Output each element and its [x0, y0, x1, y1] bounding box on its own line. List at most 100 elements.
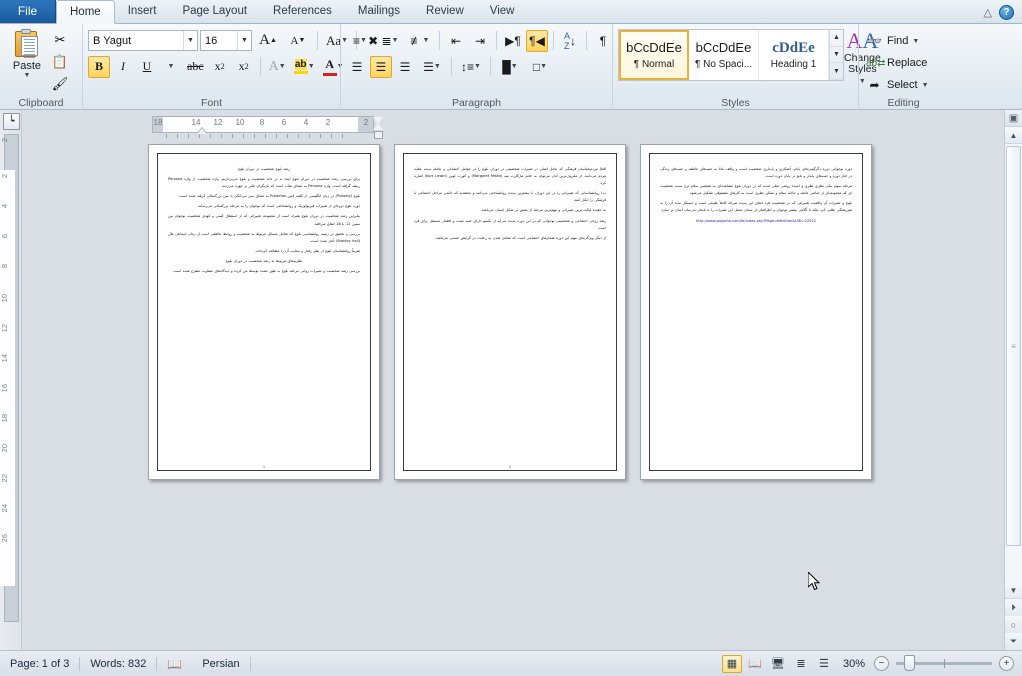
show-formatting-marks-icon[interactable]: ¶ [592, 30, 614, 52]
cut-icon[interactable]: ✂ [49, 30, 71, 50]
tab-page-layout[interactable]: Page Layout [169, 0, 260, 23]
page-content[interactable]: دوره نوجوانی دوره دگرگونی‌های پایان، آشک… [649, 153, 863, 471]
text-effects-button[interactable]: A ▼ [266, 56, 289, 78]
paragraph: دوره نوجوانی دوره دگرگونی‌های پایان، آشک… [660, 167, 852, 179]
decrease-indent-icon[interactable]: ⇤ [445, 30, 467, 52]
subscript-button[interactable]: x2 [209, 56, 231, 78]
next-page-icon[interactable]: ⏷ [1005, 633, 1022, 650]
hruler-label: 6 [281, 118, 287, 127]
scroll-down-icon[interactable]: ▼ [1005, 582, 1022, 599]
right-to-left-icon[interactable]: ¶◀ [526, 29, 548, 52]
zoom-slider[interactable] [896, 655, 992, 671]
sort-icon[interactable]: A Z ↓ [559, 30, 581, 52]
minimize-ribbon-icon[interactable]: △ [984, 6, 992, 19]
draft-view-button[interactable]: ☰ [814, 655, 834, 673]
full-screen-reading-view-button[interactable]: 📖 [745, 655, 765, 673]
tab-view[interactable]: View [477, 0, 528, 23]
superscript-button[interactable]: x2 [233, 56, 255, 78]
page-content[interactable]: رشد بلوغ شخصیت در دوران بلوغ برای بررسی … [157, 153, 371, 471]
previous-page-icon[interactable]: ⏵ [1005, 599, 1022, 616]
bold-button[interactable]: B [88, 55, 110, 78]
tab-file[interactable]: File [0, 0, 56, 23]
tab-references[interactable]: References [260, 0, 345, 23]
copy-icon[interactable]: 📋 [49, 52, 71, 72]
underline-dropdown-caret[interactable]: ▼ [160, 56, 182, 78]
web-layout-view-button[interactable]: 🖥 [768, 655, 788, 673]
zoom-out-button[interactable]: − [874, 656, 889, 671]
indent-markers[interactable] [373, 117, 384, 139]
text-highlight-color-button[interactable]: ab ▼ [291, 56, 318, 78]
increase-indent-icon[interactable]: ⇥ [469, 30, 491, 52]
chevron-down-icon[interactable]: ▼ [237, 31, 251, 50]
tab-insert[interactable]: Insert [115, 0, 170, 23]
left-to-right-icon[interactable]: ▶¶ [502, 30, 524, 52]
align-center-icon[interactable]: ☰ [370, 55, 392, 78]
numbering-icon[interactable]: ≣ ▼ [376, 30, 404, 52]
align-right-icon[interactable]: ☰ [394, 56, 416, 78]
tab-mailings[interactable]: Mailings [345, 0, 413, 23]
styles-gallery-scroll[interactable]: ▲ ▼ ▼ [829, 30, 843, 81]
strikethrough-button[interactable]: abc [184, 56, 207, 78]
bullets-icon[interactable]: ≡ ▼ [346, 30, 374, 52]
hyperlink[interactable]: http://www.pajooha.com/fa/index.php?Page… [660, 218, 852, 225]
multilevel-list-icon[interactable]: ≢ ▼ [406, 30, 434, 52]
vertical-scrollbar[interactable]: ▣ ▲ ≡ ▼ ⏵ ○ ⏷ [1004, 110, 1022, 650]
spelling-check-icon[interactable]: 📖 [167, 657, 182, 671]
document-page-1[interactable]: رشد بلوغ شخصیت در دوران بلوغ برای بررسی … [148, 144, 380, 480]
find-button[interactable]: 👓 Find ▼ [864, 30, 929, 52]
font-size-combo[interactable]: 16 ▼ [200, 30, 252, 51]
page-number: 1 [262, 464, 266, 469]
zoom-slider-thumb[interactable] [904, 655, 915, 671]
select-browse-object-icon[interactable]: ○ [1005, 616, 1022, 633]
language-indicator[interactable]: Persian [192, 655, 249, 673]
justify-icon[interactable]: ☰ ▼ [418, 56, 446, 78]
help-icon[interactable]: ? [999, 5, 1014, 20]
font-name-combo[interactable]: B Yagut ▼ [88, 30, 198, 51]
style-no-spacing[interactable]: bCcDdEe ¶ No Spaci... [689, 30, 759, 80]
replace-button[interactable]: ab⇄ Replace [864, 52, 929, 74]
page-indicator[interactable]: Page: 1 of 3 [0, 655, 79, 673]
page-content[interactable]: الفا) مردم‌شناسان فرهنگی که عامل اصلی در… [403, 153, 617, 471]
horizontal-ruler[interactable]: 18 14 12 10 8 6 4 2 2 [152, 116, 374, 133]
select-button[interactable]: ➦ Select ▼ [864, 74, 928, 96]
proofing-status[interactable]: 📖 [157, 655, 192, 673]
zoom-in-button[interactable]: + [999, 656, 1014, 671]
first-line-indent-marker[interactable] [197, 128, 207, 134]
tab-left-icon[interactable]: ┕ [3, 113, 20, 130]
scroll-track[interactable]: ≡ [1005, 144, 1022, 582]
borders-icon[interactable]: □ ▼ [526, 56, 554, 78]
styles-scroll-down-icon[interactable]: ▼ [830, 47, 843, 64]
align-left-icon[interactable]: ☰ [346, 56, 368, 78]
style-heading-1[interactable]: cDdEe Heading 1 [759, 30, 829, 80]
outline-view-button[interactable]: ≣ [791, 655, 811, 673]
italic-button[interactable]: I [112, 56, 134, 78]
tab-home[interactable]: Home [56, 0, 115, 24]
replace-icon: ab⇄ [866, 57, 886, 69]
styles-more-icon[interactable]: ▼ [830, 63, 843, 81]
scroll-up-icon[interactable]: ▲ [1005, 127, 1022, 144]
styles-gallery[interactable]: bCcDdEe ¶ Normal bCcDdEe ¶ No Spaci... c… [618, 29, 844, 81]
shrink-font-button[interactable]: A ▼ [284, 30, 312, 52]
line-spacing-icon[interactable]: ↕≡ ▼ [457, 56, 485, 78]
paste-dropdown-caret[interactable]: ▼ [24, 72, 31, 79]
format-painter-icon[interactable]: 🖌 [49, 74, 71, 94]
tab-review[interactable]: Review [413, 0, 477, 23]
hruler-label: 18 [153, 118, 163, 127]
shading-icon[interactable]: █ ▼ [496, 56, 524, 78]
chevron-down-icon[interactable]: ▼ [183, 31, 197, 50]
paste-button[interactable]: Paste ▼ [5, 27, 49, 79]
document-page-2[interactable]: الفا) مردم‌شناسان فرهنگی که عامل اصلی در… [394, 144, 626, 480]
vertical-ruler[interactable]: ┕ 2 2 4 6 8 10 12 14 16 18 20 22 24 26 [0, 110, 22, 650]
styles-scroll-up-icon[interactable]: ▲ [830, 30, 843, 47]
scroll-thumb[interactable]: ≡ [1006, 146, 1021, 546]
word-count[interactable]: Words: 832 [80, 655, 156, 673]
split-window-icon[interactable]: ▣ [1005, 110, 1022, 127]
print-layout-view-button[interactable]: ▦ [721, 654, 742, 673]
zoom-level[interactable]: 30% [837, 658, 871, 670]
document-page-3[interactable]: دوره نوجوانی دوره دگرگونی‌های پایان، آشک… [640, 144, 872, 480]
grow-font-button[interactable]: A ▲ [254, 30, 282, 52]
hruler-label: 10 [235, 118, 245, 127]
style-normal[interactable]: bCcDdEe ¶ Normal [619, 30, 689, 80]
document-pane[interactable]: 18 14 12 10 8 6 4 2 2 رشد بلوغ شخصیت در … [22, 110, 1022, 650]
underline-button[interactable]: U [136, 56, 158, 78]
